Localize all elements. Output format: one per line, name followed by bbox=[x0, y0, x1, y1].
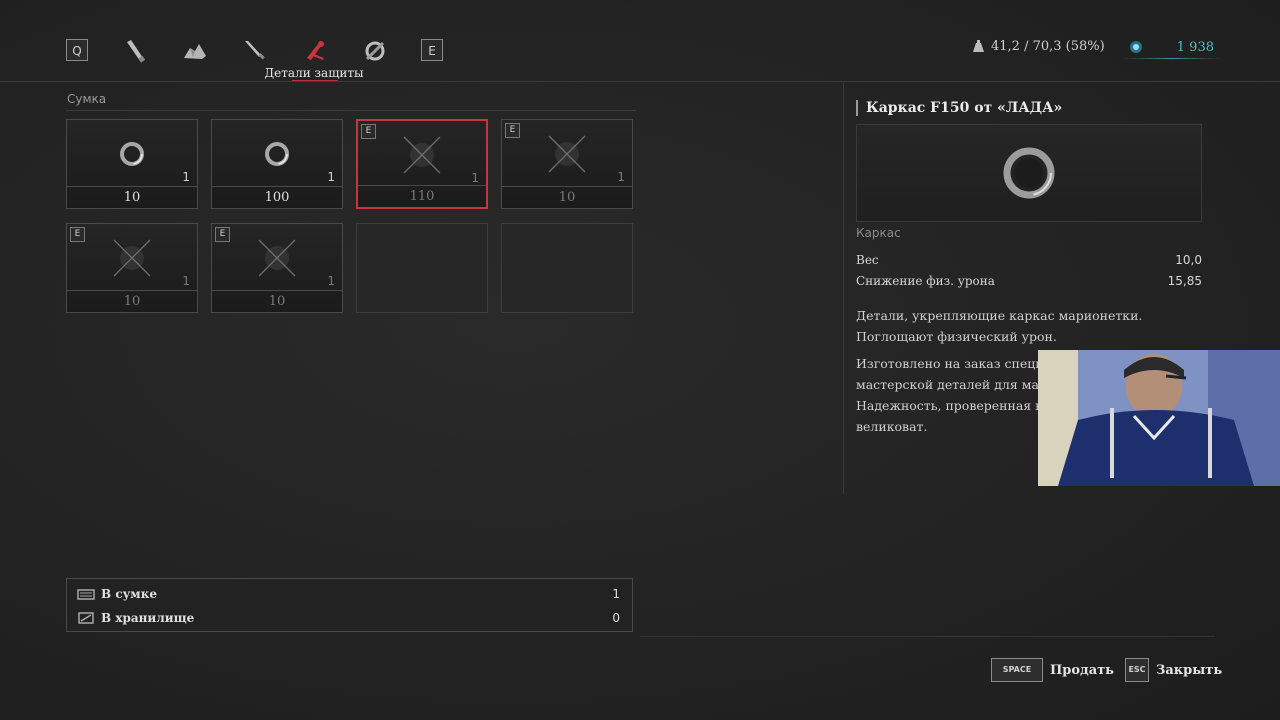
crossed-part-icon bbox=[113, 239, 151, 277]
webcam-person-image bbox=[1038, 350, 1280, 486]
pipette-icon bbox=[127, 40, 146, 63]
ring-icon bbox=[120, 142, 144, 166]
currency-underline bbox=[1122, 58, 1222, 59]
storage-summary: В сумке 1 В хранилище 0 bbox=[66, 578, 633, 632]
space-keycap: SPACE bbox=[991, 658, 1043, 682]
currency-value: 1 938 bbox=[1176, 39, 1214, 55]
close-label: Закрыть bbox=[1156, 662, 1223, 678]
currency-indicator: 1 938 bbox=[1128, 39, 1214, 55]
active-tab-label: Детали защиты bbox=[264, 66, 364, 80]
close-action[interactable]: ESC Закрыть bbox=[1125, 658, 1222, 682]
in-bag-label: В сумке bbox=[101, 587, 158, 601]
stat-phys-value: 15,85 bbox=[1167, 274, 1202, 288]
inventory-slot[interactable]: 1 100 bbox=[211, 119, 343, 209]
ring-icon bbox=[265, 142, 289, 166]
crossed-part-icon bbox=[548, 135, 586, 173]
item-preview bbox=[856, 124, 1202, 222]
ring-icon bbox=[1003, 147, 1055, 199]
next-tab-key[interactable]: E bbox=[421, 39, 443, 61]
slot-value: 10 bbox=[502, 186, 632, 208]
inventory-screen: Q E Детали защиты 41,2 / 70,3 (58%) 1 93… bbox=[0, 0, 1280, 720]
in-bag-row: В сумке 1 bbox=[77, 583, 620, 605]
slot-icon-wrap bbox=[67, 236, 197, 280]
sell-label: Продать bbox=[1050, 662, 1115, 678]
inventory-slot[interactable]: 1 10 bbox=[66, 119, 198, 209]
stat-phys-label: Снижение физ. урона bbox=[856, 274, 995, 288]
slot-value: 10 bbox=[67, 186, 197, 208]
slot-icon-wrap bbox=[358, 133, 486, 177]
in-bag-value: 1 bbox=[612, 587, 620, 601]
slot-quantity: 1 bbox=[327, 170, 335, 184]
slot-quantity: 1 bbox=[617, 170, 625, 184]
item-category: Каркас bbox=[856, 226, 901, 240]
slot-value: 110 bbox=[358, 185, 486, 207]
empty-slot[interactable] bbox=[356, 223, 488, 313]
slot-icon-wrap bbox=[212, 236, 342, 280]
weight-icon bbox=[973, 40, 984, 52]
tab-defense-parts[interactable] bbox=[300, 36, 330, 66]
prev-tab-key[interactable]: Q bbox=[66, 39, 88, 61]
item-description: Детали, укрепляющие каркас марионетки. П… bbox=[856, 305, 1206, 347]
tab-weapons[interactable] bbox=[240, 36, 270, 66]
inventory-slot[interactable]: E 1 10 bbox=[501, 119, 633, 209]
in-storage-label: В хранилище bbox=[101, 611, 195, 625]
bag-divider bbox=[66, 110, 636, 111]
tab-consumables[interactable] bbox=[119, 36, 149, 66]
slot-value: 100 bbox=[212, 186, 342, 208]
footer-divider bbox=[640, 636, 1215, 637]
inventory-slot[interactable]: E 1 10 bbox=[66, 223, 198, 313]
storage-icon bbox=[78, 612, 94, 624]
slot-quantity: 1 bbox=[182, 274, 190, 288]
in-storage-value: 0 bbox=[612, 611, 620, 625]
item-title: Каркас F150 от «ЛАДА» bbox=[856, 100, 1062, 116]
rubble-icon bbox=[184, 44, 206, 59]
slot-value: 10 bbox=[67, 290, 197, 312]
stat-weight-label: Вес bbox=[856, 253, 879, 267]
detail-panel-divider bbox=[843, 82, 844, 494]
in-storage-row: В хранилище 0 bbox=[77, 607, 620, 629]
slot-quantity: 1 bbox=[182, 170, 190, 184]
tab-tools[interactable] bbox=[360, 36, 390, 66]
dagger-icon bbox=[245, 41, 265, 60]
slot-icon-wrap bbox=[212, 132, 342, 176]
slot-icon-wrap bbox=[67, 132, 197, 176]
stat-weight-value: 10,0 bbox=[1175, 253, 1202, 267]
tab-materials[interactable] bbox=[180, 36, 210, 66]
slot-value: 10 bbox=[212, 290, 342, 312]
slot-icon-wrap bbox=[502, 132, 632, 176]
defense-parts-icon bbox=[307, 41, 324, 60]
inventory-slot[interactable]: E 1 10 bbox=[211, 223, 343, 313]
empty-slot[interactable] bbox=[501, 223, 633, 313]
desc-line: Детали, укрепляющие каркас марионетки. bbox=[856, 308, 1143, 323]
slot-quantity: 1 bbox=[327, 274, 335, 288]
inventory-slot[interactable]: E 1 110 bbox=[356, 119, 488, 209]
sell-action[interactable]: SPACE Продать bbox=[991, 658, 1114, 682]
crossed-part-icon bbox=[403, 136, 441, 174]
bag-icon bbox=[77, 589, 95, 600]
esc-keycap: ESC bbox=[1125, 658, 1149, 682]
ergo-icon bbox=[1130, 41, 1142, 53]
weight-value: 41,2 / 70,3 (58%) bbox=[991, 39, 1105, 54]
bag-label: Сумка bbox=[67, 92, 107, 106]
header-divider bbox=[0, 81, 1280, 82]
stat-weight: Вес 10,0 bbox=[856, 253, 1202, 267]
slot-quantity: 1 bbox=[471, 171, 479, 185]
crossed-part-icon bbox=[258, 239, 296, 277]
stat-phys-reduction: Снижение физ. урона 15,85 bbox=[856, 274, 1202, 288]
webcam-overlay bbox=[1038, 350, 1280, 486]
desc-line: Поглощают физический урон. bbox=[856, 329, 1057, 344]
weight-indicator: 41,2 / 70,3 (58%) bbox=[972, 39, 1105, 54]
gear-tools-icon bbox=[365, 41, 385, 61]
